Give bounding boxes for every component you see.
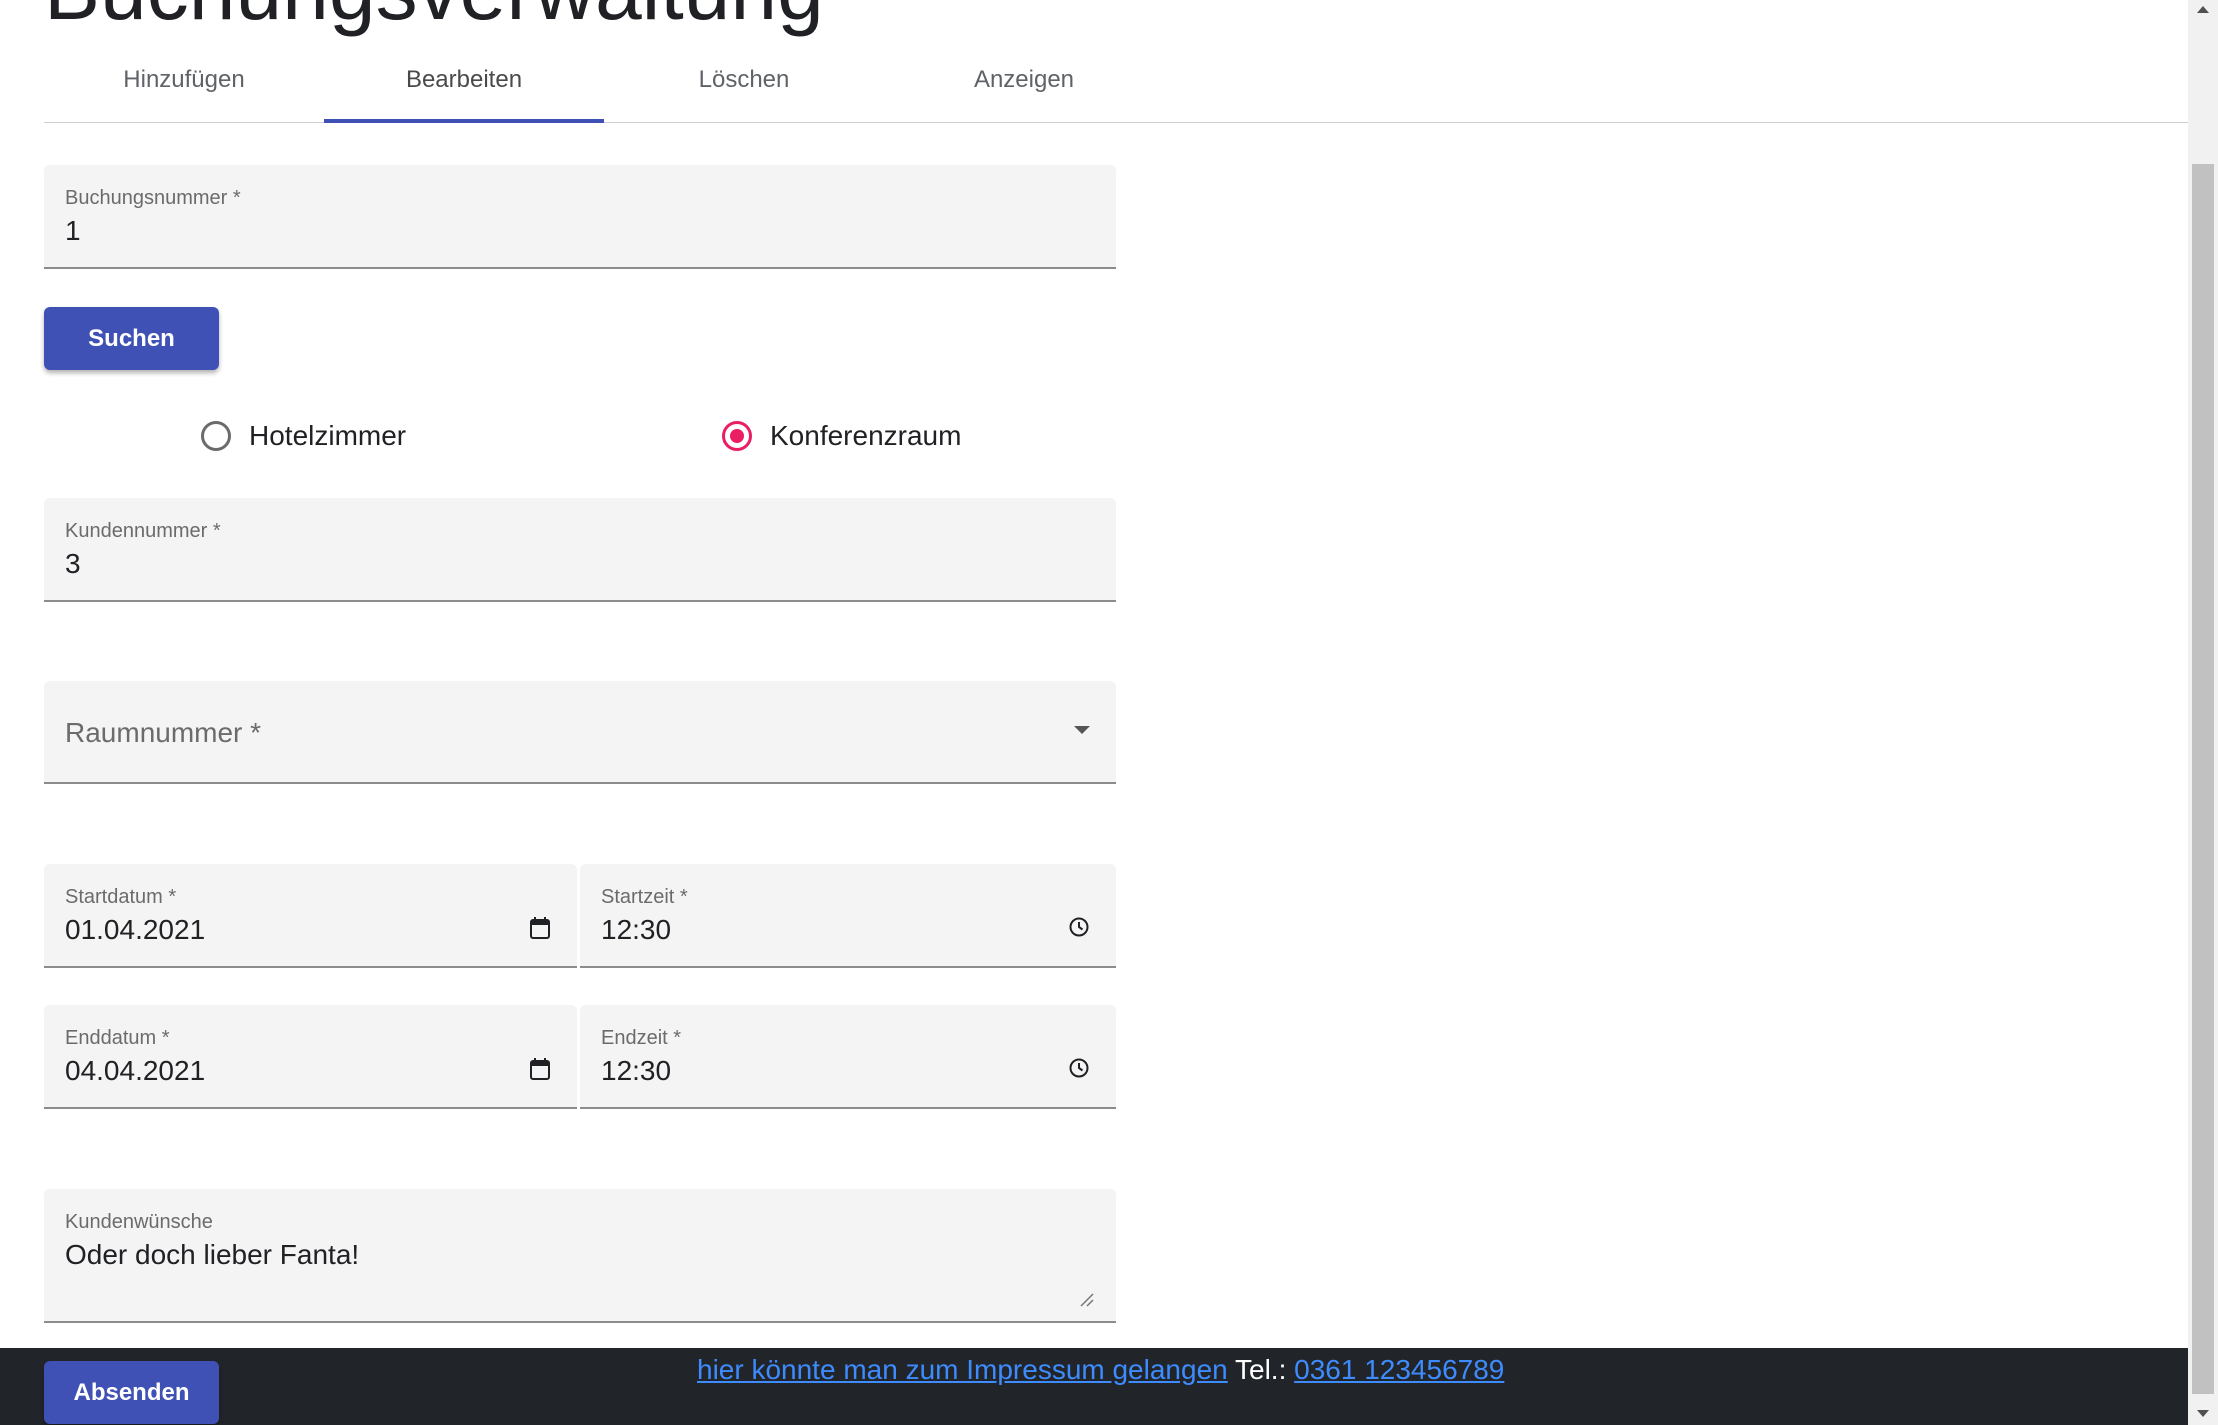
scroll-down-icon[interactable] [2197, 1410, 2209, 1417]
phone-prefix: Tel.: [1235, 1354, 1287, 1385]
tab-edit[interactable]: Bearbeiten [324, 40, 604, 123]
room-number-select[interactable]: Raumnummer * [44, 681, 1116, 784]
tab-show[interactable]: Anzeigen [884, 40, 1164, 122]
footer-text: hier könnte man zum Impressum gelangen T… [697, 1354, 1504, 1386]
start-date-label: Startdatum * [65, 886, 177, 908]
calendar-icon[interactable] [529, 916, 551, 940]
page-title: Buchungsverwaltung [44, 0, 824, 39]
radio-unchecked-icon[interactable] [201, 421, 231, 451]
customer-wishes-label: Kundenwünsche [65, 1211, 213, 1233]
end-date-label: Enddatum * [65, 1027, 170, 1049]
start-time-label: Startzeit * [601, 886, 688, 908]
scrollbar[interactable] [2188, 0, 2218, 1425]
phone-link[interactable]: 0361 123456789 [1294, 1354, 1504, 1385]
resize-handle-icon[interactable] [1080, 1293, 1094, 1307]
radio-conference-room-label: Konferenzraum [770, 420, 962, 451]
customer-wishes-input[interactable]: Oder doch lieber Fanta! [65, 1239, 359, 1271]
submit-button[interactable]: Absenden [44, 1361, 219, 1424]
booking-number-field[interactable]: Buchungsnummer * 1 [44, 165, 1116, 269]
booking-number-input[interactable]: 1 [65, 215, 81, 247]
radio-hotel-room[interactable]: Hotelzimmer [201, 420, 406, 452]
dropdown-arrow-icon[interactable] [1074, 726, 1090, 734]
clock-icon[interactable] [1068, 1057, 1090, 1079]
radio-checked-icon[interactable] [722, 421, 752, 451]
room-number-placeholder: Raumnummer * [65, 717, 262, 748]
end-date-input[interactable]: 04.04.2021 [65, 1055, 205, 1087]
start-date-input[interactable]: 01.04.2021 [65, 914, 205, 946]
scroll-up-icon[interactable] [2197, 6, 2209, 13]
booking-number-label: Buchungsnummer * [65, 187, 241, 209]
scrollbar-thumb[interactable] [2192, 164, 2214, 1394]
customer-number-field[interactable]: Kundennummer * 3 [44, 498, 1116, 602]
end-time-input[interactable]: 12:30 [601, 1055, 671, 1087]
end-time-label: Endzeit * [601, 1027, 682, 1049]
start-time-input[interactable]: 12:30 [601, 914, 671, 946]
customer-number-input[interactable]: 3 [65, 548, 81, 580]
clock-icon[interactable] [1068, 916, 1090, 938]
customer-number-label: Kundennummer * [65, 520, 221, 542]
page: Buchungsverwaltung Hinzufügen Bearbeiten… [0, 0, 2218, 1425]
tab-add[interactable]: Hinzufügen [44, 40, 324, 122]
calendar-icon[interactable] [529, 1057, 551, 1081]
tab-bar: Hinzufügen Bearbeiten Löschen Anzeigen [44, 40, 2188, 123]
radio-hotel-room-label: Hotelzimmer [249, 420, 407, 451]
start-date-field[interactable]: Startdatum * 01.04.2021 [44, 864, 577, 968]
radio-conference-room[interactable]: Konferenzraum [722, 420, 961, 452]
start-time-field[interactable]: Startzeit * 12:30 [580, 864, 1116, 968]
tab-delete[interactable]: Löschen [604, 40, 884, 122]
impressum-link[interactable]: hier könnte man zum Impressum gelangen [697, 1354, 1228, 1385]
search-button[interactable]: Suchen [44, 307, 219, 370]
footer: hier könnte man zum Impressum gelangen T… [0, 1348, 2188, 1425]
customer-wishes-textarea[interactable]: Kundenwünsche Oder doch lieber Fanta! [44, 1189, 1116, 1323]
end-date-field[interactable]: Enddatum * 04.04.2021 [44, 1005, 577, 1109]
end-time-field[interactable]: Endzeit * 12:30 [580, 1005, 1116, 1109]
